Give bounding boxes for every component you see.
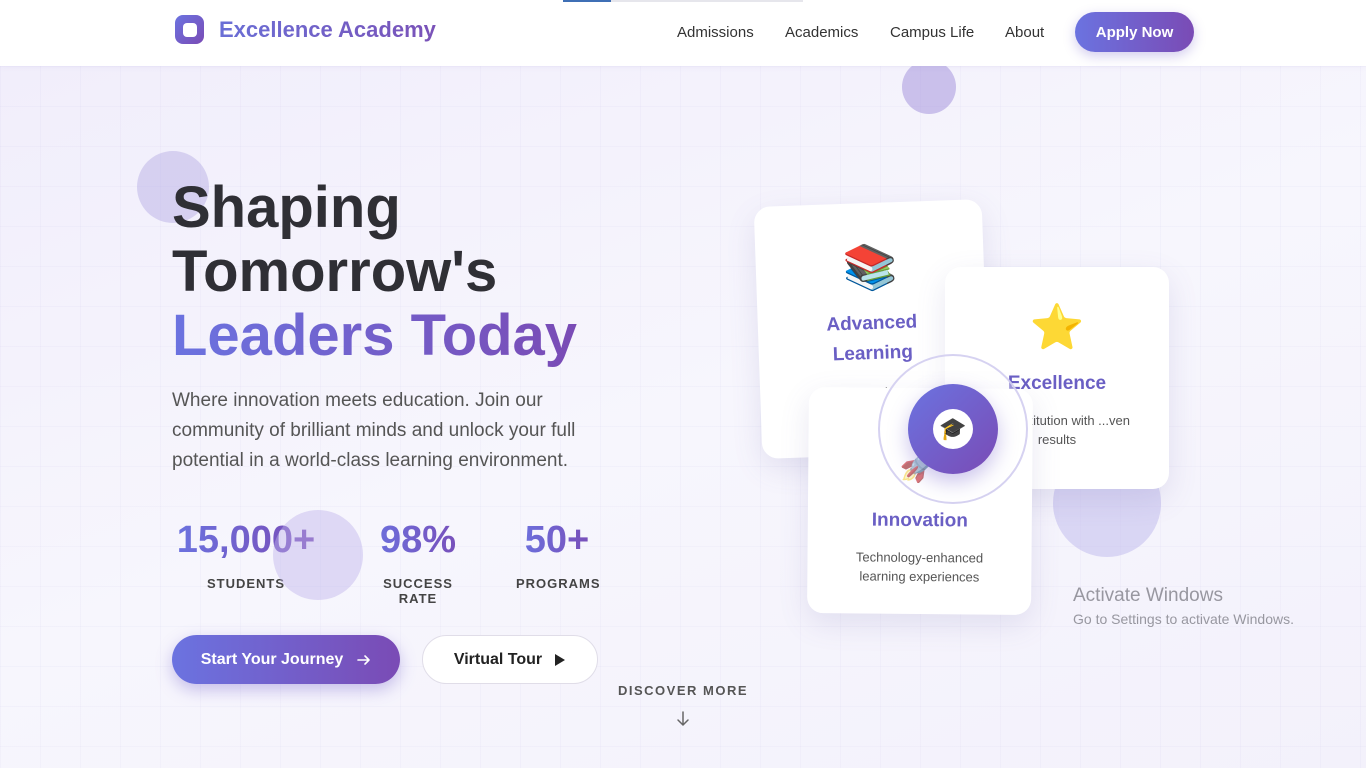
nav-about[interactable]: About — [1005, 24, 1044, 41]
brand-name: Excellence Academy — [219, 16, 436, 42]
hero-section: Shaping Tomorrow's Leaders Today Where i… — [0, 66, 1366, 768]
scroll-progress-bar — [563, 0, 803, 2]
windows-activation-watermark: Activate Windows Go to Settings to activ… — [1073, 585, 1294, 627]
headline-line-3: Leaders Today — [172, 303, 578, 368]
stat-value: 98% — [364, 518, 472, 562]
nav-admissions[interactable]: Admissions — [677, 24, 754, 41]
hero-headline: Shaping Tomorrow's Leaders Today — [172, 176, 577, 368]
start-journey-button[interactable]: Start Your Journey — [172, 635, 400, 684]
watermark-subtitle: Go to Settings to activate Windows. — [1073, 611, 1294, 627]
discover-more-label[interactable]: DISCOVER MORE — [583, 683, 783, 698]
arrow-right-icon — [357, 654, 371, 665]
headline-line-1: Shaping — [172, 175, 401, 240]
brand-logo[interactable]: Excellence Academy — [175, 15, 436, 44]
watermark-title: Activate Windows — [1073, 585, 1223, 606]
nav-academics[interactable]: Academics — [785, 24, 858, 41]
headline-line-2: Tomorrow's — [172, 239, 498, 304]
start-journey-label: Start Your Journey — [200, 650, 344, 668]
logo-icon — [175, 15, 204, 44]
play-icon — [555, 653, 566, 666]
arrow-down-icon[interactable] — [674, 710, 692, 728]
decorative-circle — [273, 510, 363, 600]
hero-subtitle: Where innovation meets education. Join o… — [172, 390, 576, 471]
stat-label: SUCCESS RATE — [383, 576, 453, 606]
card-title: Innovation — [871, 509, 968, 532]
nav-campus-life[interactable]: Campus Life — [890, 24, 974, 41]
virtual-tour-button[interactable]: Virtual Tour — [422, 635, 598, 684]
site-header: Excellence Academy Admissions Academics … — [0, 0, 1366, 66]
decorative-circle — [902, 66, 956, 114]
star-icon: ⭐ — [1029, 302, 1085, 353]
card-description: Technology-enhanced learning experiences — [855, 549, 984, 585]
virtual-tour-label: Virtual Tour — [453, 650, 543, 668]
graduation-cap-icon: 🎓 — [933, 409, 973, 449]
stat-success-rate: 98% SUCCESS RATE — [364, 518, 472, 606]
stat-label: PROGRAMS — [516, 576, 601, 591]
apply-now-button[interactable]: Apply Now — [1075, 12, 1194, 52]
center-badge: 🎓 — [908, 384, 998, 474]
stat-programs: 50+ PROGRAMS — [516, 518, 601, 591]
stat-value: 50+ — [516, 518, 598, 562]
